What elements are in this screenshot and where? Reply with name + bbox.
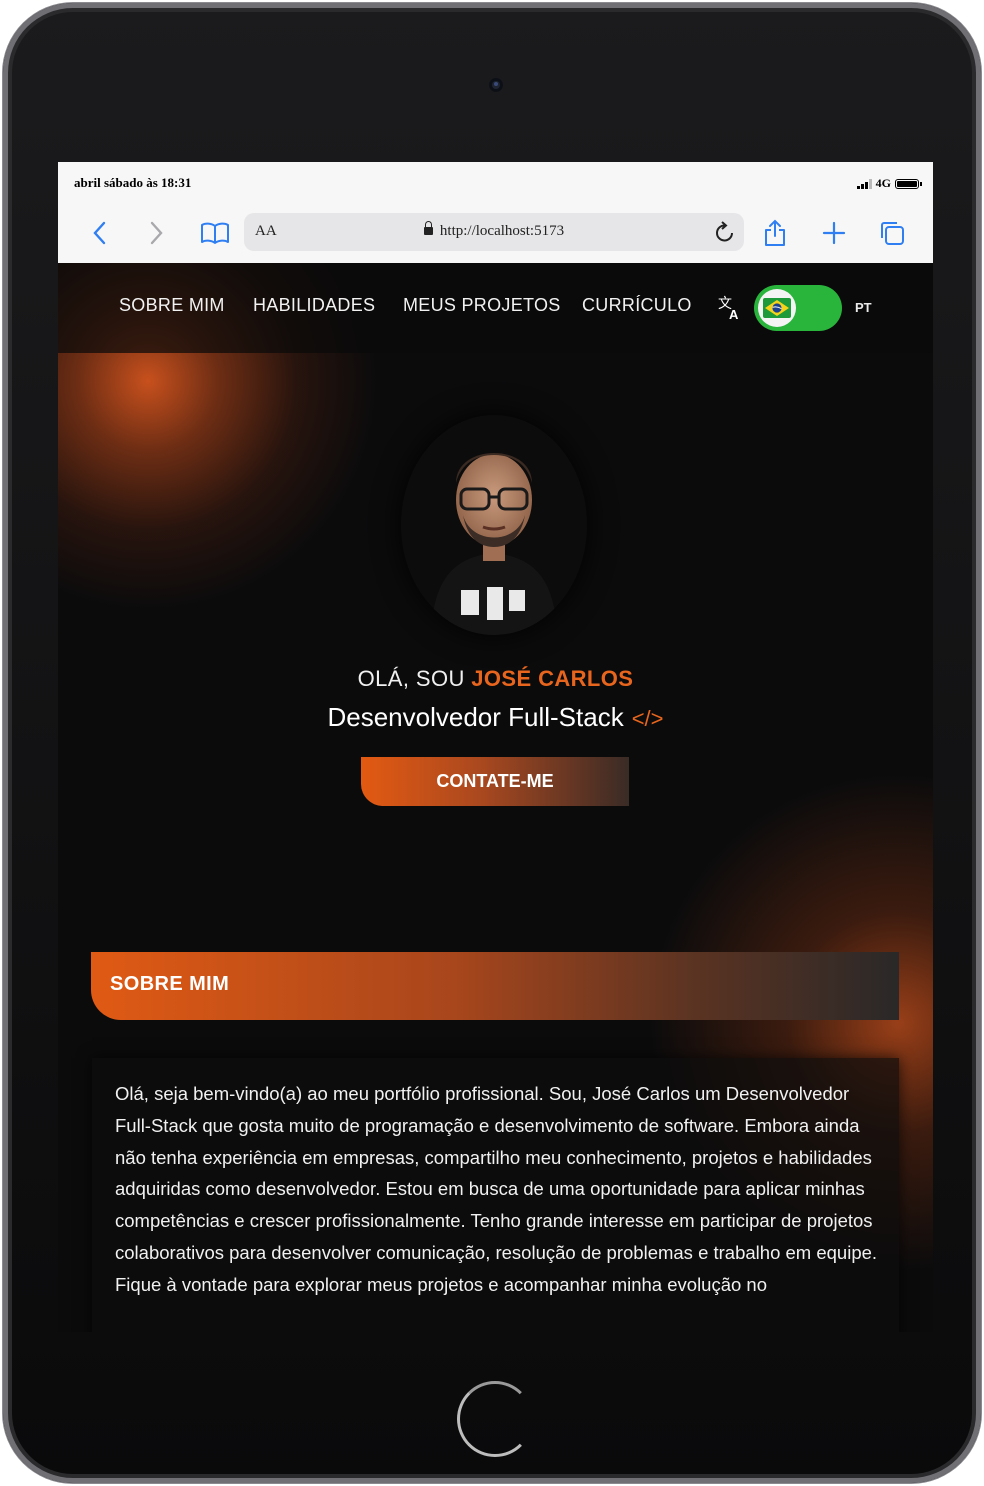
status-bar: abril sábado às 18:31 4G [58,162,933,202]
language-label: PT [855,300,872,315]
site-navbar: SOBRE MIM HABILIDADES MEUS PROJETOS CURR… [58,263,933,353]
network-label: 4G [875,176,891,190]
hero-role: Desenvolvedor Full-Stack </> [58,702,933,733]
chevron-left-icon [93,221,106,244]
plus-icon [822,221,846,244]
address-bar[interactable]: AA http://localhost:5173 [244,213,744,251]
language-toggle[interactable] [754,285,842,331]
battery-icon [895,178,922,189]
nav-meus-projetos[interactable]: MEUS PROJETOS [403,295,561,316]
profile-photo [401,415,587,635]
contact-button[interactable]: CONTATE-ME [361,757,629,806]
url-text: http://localhost:5173 [439,223,565,239]
status-datetime: abril sábado às 18:31 [74,175,192,190]
hero-greeting: OLÁ, SOU JOSÉ CARLOS [58,666,933,692]
toggle-knob [758,289,796,327]
browser-toolbar: AA http://localhost:5173 [58,202,933,264]
about-section-title: SOBRE MIM [110,973,230,995]
home-button[interactable] [457,1381,533,1457]
tablet-frame: abril sábado às 18:31 4G AA http://local… [3,3,981,1483]
back-button[interactable] [86,202,112,263]
chevron-right-icon [150,221,163,244]
translate-icon: 文A [718,295,742,326]
nav-sobre-mim[interactable]: SOBRE MIM [119,295,225,316]
share-icon [765,219,785,246]
hero-name: JOSÉ CARLOS [471,666,634,691]
url-display[interactable]: http://localhost:5173 [244,221,744,240]
forward-button[interactable] [144,202,170,263]
greeting-prefix: OLÁ, SOU [357,666,465,691]
svg-text:A: A [729,307,739,321]
share-button[interactable] [760,202,790,263]
brazil-flag-icon [763,298,791,318]
signal-icon [856,178,872,189]
reload-icon [716,221,733,242]
about-section-header: SOBRE MIM [91,952,899,1020]
screen: abril sábado às 18:31 4G AA http://local… [58,162,933,1332]
new-tab-button[interactable] [820,202,848,263]
status-indicators: 4G [856,176,922,191]
code-icon: </> [631,706,664,731]
tabs-button[interactable] [876,202,908,263]
nav-curriculo[interactable]: CURRÍCULO [582,295,692,316]
nav-habilidades[interactable]: HABILIDADES [253,295,375,316]
front-camera [489,78,503,92]
reload-button[interactable] [714,220,736,249]
bookmarks-button[interactable] [198,202,232,263]
website-viewport: SOBRE MIM HABILIDADES MEUS PROJETOS CURR… [58,263,933,1332]
about-text: Olá, seja bem-vindo(a) ao meu portfólio … [115,1083,878,1295]
about-card: Olá, seja bem-vindo(a) ao meu portfólio … [92,1058,899,1332]
role-text: Desenvolvedor Full-Stack [327,702,624,732]
tabs-icon [881,221,904,245]
book-icon [201,222,229,244]
lock-icon [423,221,433,235]
